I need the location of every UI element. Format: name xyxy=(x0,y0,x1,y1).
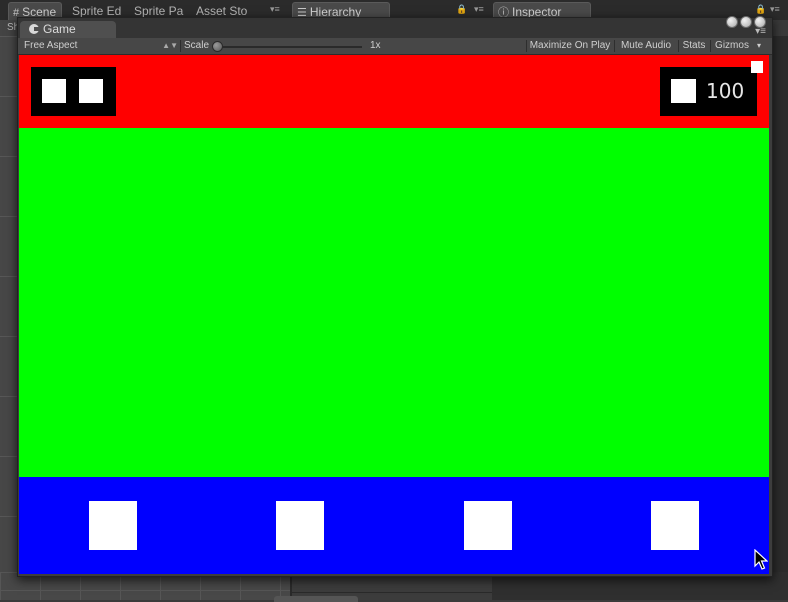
minimize-button[interactable] xyxy=(726,16,738,28)
tab-game[interactable]: Game xyxy=(20,21,116,38)
toolbar-divider xyxy=(180,40,181,52)
score-panel: 100 xyxy=(660,67,757,116)
maximize-button[interactable] xyxy=(740,16,752,28)
control-button-1[interactable] xyxy=(89,501,137,550)
chevron-down-icon[interactable]: ▾ xyxy=(754,38,764,54)
game-toolbar: Free Aspect ▲▼ Scale 1x Maximize On Play… xyxy=(18,38,772,55)
toolbar-divider xyxy=(678,40,679,52)
game-view[interactable]: 100 xyxy=(19,55,769,574)
panel-menu-icon[interactable]: ▾≡ xyxy=(770,4,780,15)
aspect-value: Free Aspect xyxy=(24,40,78,51)
control-button-4[interactable] xyxy=(651,501,699,550)
tab-sprite-editor-label: Sprite Ed xyxy=(72,4,122,18)
control-button-2[interactable] xyxy=(276,501,324,550)
lives-panel xyxy=(31,67,116,116)
scale-slider-thumb[interactable] xyxy=(212,41,223,52)
life-box xyxy=(42,79,66,103)
top-bar: 100 xyxy=(19,55,769,128)
tab-sprite-packer-label: Sprite Pa xyxy=(134,4,184,18)
scale-slider-track[interactable] xyxy=(214,46,362,48)
lock-icon[interactable]: 🔒 xyxy=(755,4,766,15)
pause-button[interactable] xyxy=(751,61,763,73)
life-box xyxy=(79,79,103,103)
lock-icon[interactable]: 🔒 xyxy=(456,4,467,15)
panel-menu-icon[interactable]: ▾≡ xyxy=(474,4,484,15)
aspect-dropdown[interactable]: Free Aspect ▲▼ xyxy=(24,38,178,54)
score-box xyxy=(671,79,696,103)
game-window: Game ▾≡ Free Aspect ▲▼ Scale 1x Maximize… xyxy=(17,16,773,577)
stats-toggle[interactable]: Stats xyxy=(680,38,708,54)
dropdown-arrows-icon: ▲▼ xyxy=(162,41,178,50)
gizmos-dropdown[interactable]: Gizmos xyxy=(712,38,752,54)
control-button-3[interactable] xyxy=(464,501,512,550)
toolbar-divider xyxy=(710,40,711,52)
maximize-on-play-toggle[interactable]: Maximize On Play xyxy=(528,38,612,54)
tab-game-label: Game xyxy=(43,22,76,36)
game-window-titlebar[interactable]: Game ▾≡ xyxy=(18,16,772,38)
toolbar-divider xyxy=(614,40,615,52)
window-menu-icon[interactable]: ▾≡ xyxy=(755,27,766,37)
mouse-cursor-icon xyxy=(754,549,768,570)
scale-value: 1x xyxy=(370,40,381,51)
play-area[interactable] xyxy=(19,128,769,477)
controls-bar xyxy=(19,477,769,574)
mute-audio-toggle[interactable]: Mute Audio xyxy=(616,38,676,54)
game-controller-icon xyxy=(29,24,39,34)
tab-asset-store-label: Asset Sto xyxy=(196,4,248,18)
bottom-handle[interactable] xyxy=(274,596,358,602)
toolbar-divider xyxy=(526,40,527,52)
score-value: 100 xyxy=(706,79,745,103)
scale-label: Scale xyxy=(184,40,210,51)
panel-menu-icon[interactable]: ▾≡ xyxy=(270,4,280,15)
